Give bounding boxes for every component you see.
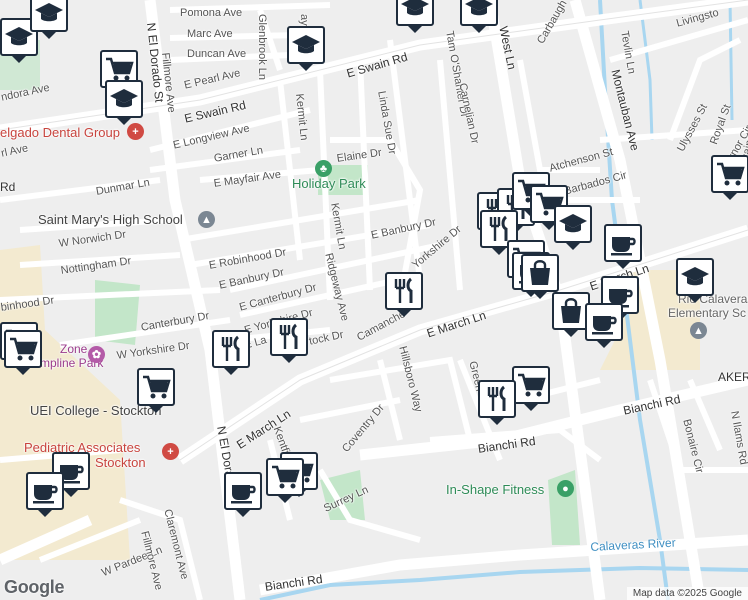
place-label-pediatric-associates-2[interactable]: Stockton [95,455,146,470]
pediatric-poi-icon[interactable]: + [162,443,179,460]
place-label-in-shape-fitness[interactable]: In-Shape Fitness [446,482,544,497]
coffee-cup-marker-icon[interactable] [224,472,262,517]
restaurant-marker-icon[interactable] [212,330,250,375]
school-marker-icon[interactable] [30,0,68,39]
place-label-saint-marys[interactable]: Saint Mary's High School [38,212,183,227]
school-poi-icon-rio[interactable]: ▲ [690,322,707,339]
coffee-cup-marker-icon[interactable] [26,472,64,517]
grocery-cart-marker-icon[interactable] [512,366,550,411]
google-logo: Google [4,577,65,597]
dental-poi-icon[interactable]: + [127,123,144,140]
park-poi-icon[interactable]: ♣ [315,160,332,177]
restaurant-marker-icon[interactable] [270,318,308,363]
map-canvas[interactable]: Pomona Ave Marc Ave Duncan Ave Glenbrook… [0,0,748,600]
school-marker-icon[interactable] [105,80,143,125]
school-marker-icon[interactable] [676,258,714,303]
grocery-cart-marker-icon[interactable] [266,458,304,503]
fitness-poi-icon[interactable]: ● [557,480,574,497]
grocery-cart-marker-icon[interactable] [4,330,42,375]
restaurant-marker-icon[interactable] [385,272,423,317]
coffee-cup-marker-icon[interactable] [604,224,642,269]
street-label-marc-ave: Marc Ave [187,28,233,40]
school-marker-icon[interactable] [460,0,498,33]
zone-poi-icon[interactable]: ✿ [88,346,105,363]
street-label-duncan-ave: Duncan Ave [187,48,247,60]
place-label-rio-calaveras-2[interactable]: Elementary Sc [668,306,746,320]
grocery-cart-marker-icon[interactable] [711,155,748,200]
school-marker-icon[interactable] [396,0,434,33]
school-marker-icon[interactable] [287,26,325,71]
place-label-delgado-dental[interactable]: elgado Dental Group [0,125,120,140]
place-label-holiday-park[interactable]: Holiday Park [292,176,366,191]
school-marker-icon[interactable] [554,205,592,250]
shopping-bag-marker-icon[interactable] [521,254,559,299]
map-attribution[interactable]: Map data ©2025 Google [626,587,748,600]
place-label-zone-1[interactable]: Zone [60,342,87,356]
restaurant-marker-icon[interactable] [478,380,516,425]
grocery-cart-marker-icon[interactable] [137,368,175,413]
street-label-glenbrook-ln: Glenbrook Ln [256,14,268,81]
coffee-cup-marker-icon[interactable] [585,303,623,348]
street-label-rd-left: Rd [0,180,16,194]
school-poi-icon[interactable]: ▲ [198,211,215,228]
street-label-pomona-ave: Pomona Ave [180,7,243,19]
street-label-akers: AKER [718,370,748,384]
